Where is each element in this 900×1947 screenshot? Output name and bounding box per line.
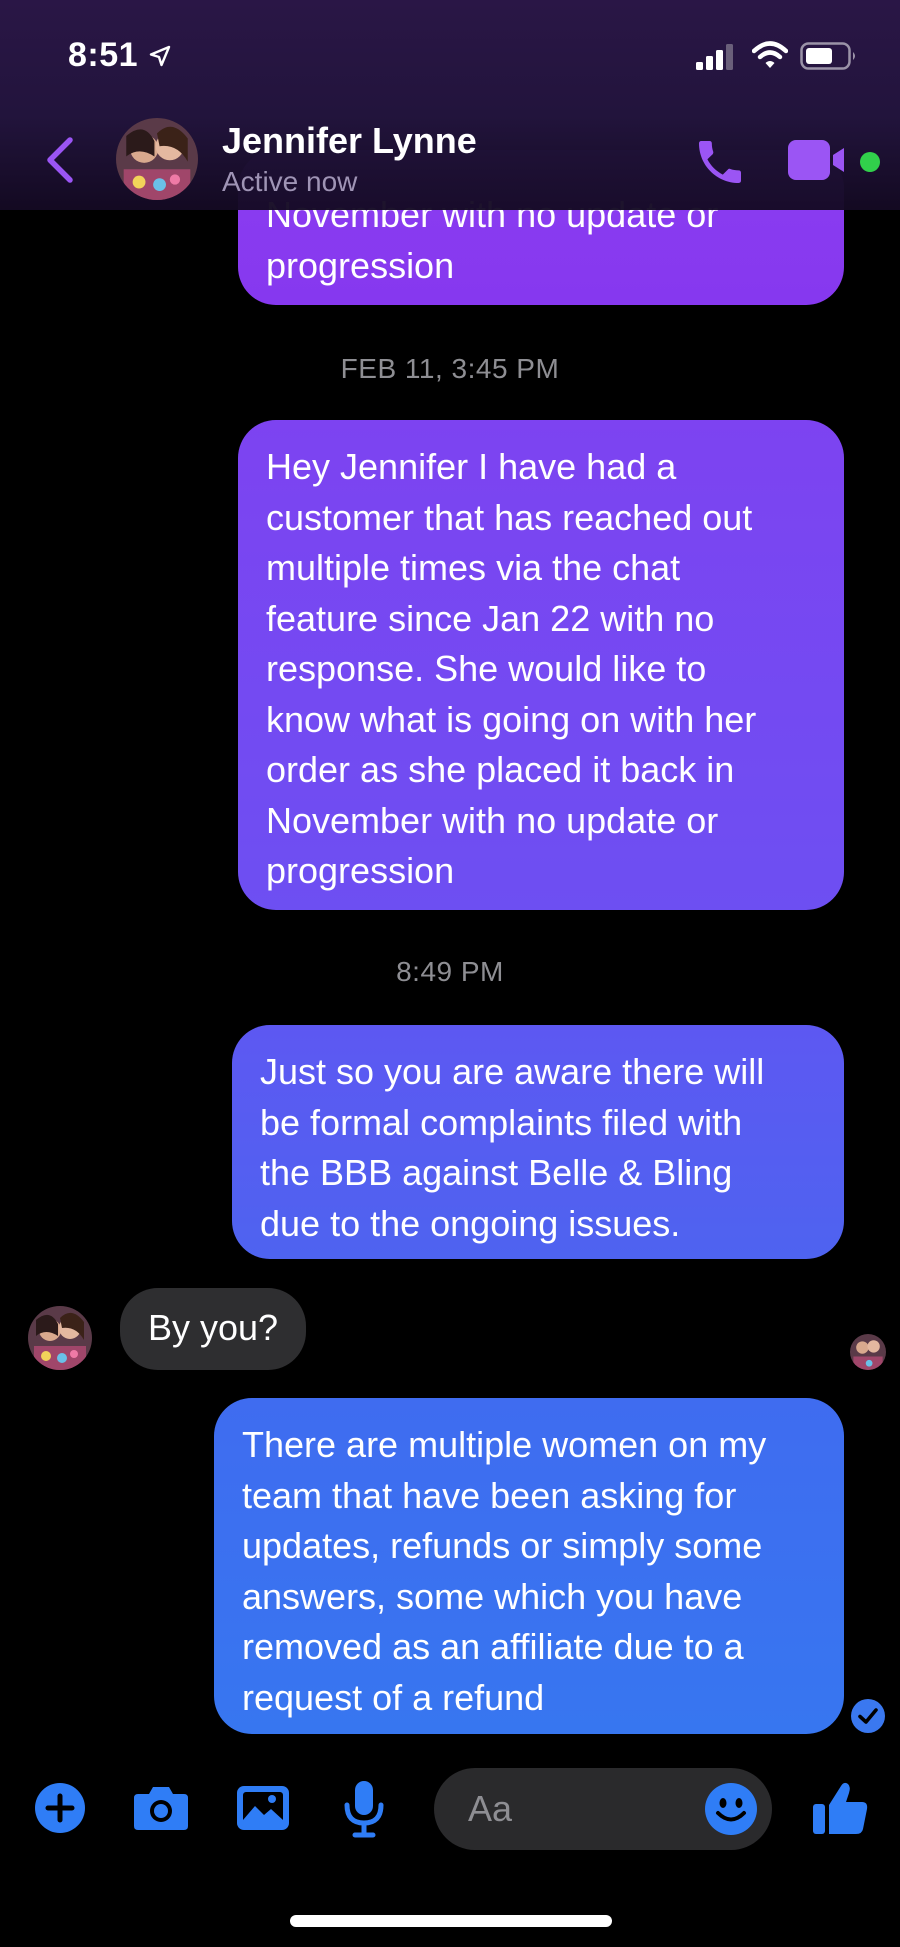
cellular-signal-icon — [696, 44, 736, 75]
phone-icon[interactable] — [692, 134, 748, 190]
message-input-container[interactable] — [434, 1768, 772, 1850]
message-thread[interactable]: November with no update or progression F… — [0, 0, 900, 1760]
time-timestamp: 8:49 PM — [396, 956, 504, 987]
seen-receipt-avatar — [850, 1334, 886, 1370]
wifi-icon — [751, 40, 789, 75]
camera-icon[interactable] — [132, 1784, 190, 1832]
contact-avatar[interactable] — [28, 1306, 92, 1370]
status-bar: 8:51 — [0, 0, 900, 110]
thumbs-up-icon[interactable] — [810, 1778, 870, 1838]
check-circle-icon — [850, 1698, 886, 1734]
outgoing-message-bubble[interactable]: Hey Jennifer I have had a customer that … — [238, 420, 844, 910]
outgoing-message-bubble[interactable]: Just so you are aware there will be form… — [232, 1025, 844, 1259]
location-arrow-icon — [148, 44, 172, 73]
video-camera-icon[interactable] — [788, 138, 850, 182]
contact-avatar[interactable] — [116, 118, 198, 200]
conversation-header: Jennifer Lynne Active now — [0, 110, 900, 210]
date-timestamp: FEB 11, 3:45 PM — [340, 353, 560, 384]
plus-icon[interactable] — [34, 1782, 86, 1834]
microphone-icon[interactable] — [344, 1780, 384, 1838]
status-time: 8:51 — [68, 36, 139, 74]
home-indicator — [290, 1915, 612, 1927]
active-status-dot — [860, 152, 880, 172]
message-composer — [0, 1760, 900, 1947]
active-status: Active now — [222, 166, 358, 197]
message-input[interactable] — [468, 1784, 668, 1834]
contact-name[interactable]: Jennifer Lynne — [222, 120, 477, 162]
outgoing-message-bubble[interactable]: There are multiple women on my team that… — [214, 1398, 844, 1734]
smiley-icon[interactable] — [704, 1782, 758, 1836]
battery-icon — [800, 42, 858, 75]
image-icon[interactable] — [236, 1784, 290, 1832]
chevron-left-icon[interactable] — [40, 134, 80, 186]
incoming-message-bubble[interactable]: By you? — [120, 1288, 307, 1370]
